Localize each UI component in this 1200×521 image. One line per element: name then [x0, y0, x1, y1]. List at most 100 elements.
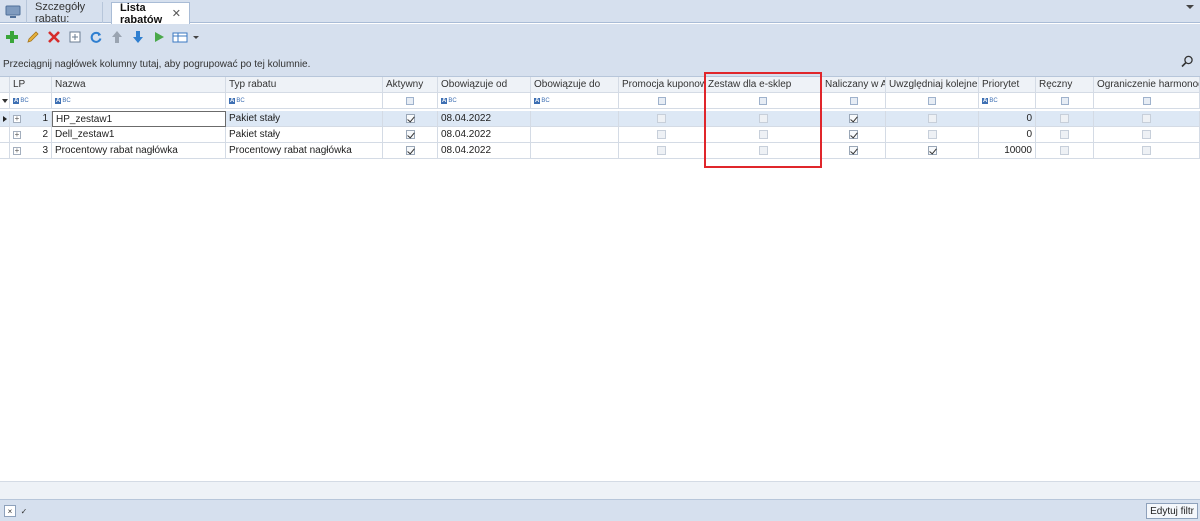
cell-obowiazuje-od[interactable]: 08.04.2022	[438, 111, 531, 127]
cell-obowiazuje-od[interactable]: 08.04.2022	[438, 127, 531, 143]
expand-icon[interactable]: +	[13, 130, 21, 139]
cell-priorytet[interactable]: 10000	[979, 143, 1036, 159]
checkbox-unchecked	[1060, 130, 1069, 139]
filter-obowiazuje-od[interactable]: A BC	[438, 93, 531, 109]
cell-typ-rabatu[interactable]: Procentowy rabat nagłówka	[226, 143, 383, 159]
cell-nazwa[interactable]: Dell_zestaw1	[52, 127, 226, 143]
column-header-typ-rabatu[interactable]: Typ rabatu	[226, 77, 383, 93]
edit-filter-button[interactable]: Edytuj filtr	[1146, 503, 1198, 519]
cell-reczny[interactable]	[1036, 127, 1094, 143]
filter-uwzgledniaj[interactable]	[886, 93, 979, 109]
edit-icon[interactable]	[23, 27, 43, 47]
close-icon: ×	[7, 506, 13, 516]
refresh-icon[interactable]	[86, 27, 106, 47]
checkbox-filter-icon	[1142, 96, 1151, 105]
chevron-down-icon[interactable]	[191, 27, 201, 47]
cell-obowiazuje-od[interactable]: 08.04.2022	[438, 143, 531, 159]
app-menu-icon[interactable]	[0, 0, 27, 23]
cell-zestaw-dla-e-sklep[interactable]	[705, 127, 822, 143]
enable-filter-checkbox[interactable]: ✓	[18, 505, 30, 517]
cell-nazwa[interactable]: HP_zestaw1	[52, 111, 226, 127]
cell-aktywny[interactable]	[383, 127, 438, 143]
chevron-down-icon[interactable]	[1186, 5, 1194, 9]
close-icon[interactable]: ✕	[172, 7, 181, 20]
cell-zestaw-dla-e-sklep[interactable]	[705, 143, 822, 159]
cell-obowiazuje-do[interactable]	[531, 143, 619, 159]
tab-discount-details[interactable]: Szczegóły rabatu:	[27, 1, 103, 25]
filter-naliczany[interactable]	[822, 93, 886, 109]
column-header-priorytet[interactable]: Priorytet	[979, 77, 1036, 93]
filter-ograniczenie[interactable]	[1094, 93, 1200, 109]
filter-zestaw-dla-e-sklep[interactable]	[705, 93, 822, 109]
clear-filter-button[interactable]: ×	[4, 505, 16, 517]
cell-naliczany[interactable]	[822, 111, 886, 127]
cell-aktywny[interactable]	[383, 143, 438, 159]
cell-reczny[interactable]	[1036, 111, 1094, 127]
cell-uwzgledniaj[interactable]	[886, 143, 979, 159]
cell-obowiazuje-do[interactable]	[531, 127, 619, 143]
filter-promocja-kuponowa[interactable]	[619, 93, 705, 109]
cell-promocja-kuponowa[interactable]	[619, 111, 705, 127]
column-header-uwzgledniaj[interactable]: Uwzględniaj kolejne r...	[886, 77, 979, 93]
cell-priorytet[interactable]: 0	[979, 127, 1036, 143]
cell-zestaw-dla-e-sklep[interactable]	[705, 111, 822, 127]
cell-aktywny[interactable]	[383, 111, 438, 127]
cell-typ-rabatu[interactable]: Pakiet stały	[226, 127, 383, 143]
filter-obowiazuje-do[interactable]: A BC	[531, 93, 619, 109]
toolbar	[0, 24, 1200, 50]
cell-ograniczenie[interactable]	[1094, 143, 1200, 159]
column-header-aktywny[interactable]: Aktywny	[383, 77, 438, 93]
filter-lp[interactable]: A BC	[10, 93, 52, 109]
cell-uwzgledniaj[interactable]	[886, 111, 979, 127]
cell-ograniczenie[interactable]	[1094, 127, 1200, 143]
column-header-ograniczenie[interactable]: Ograniczenie harmonogr...	[1094, 77, 1200, 93]
cell-naliczany[interactable]	[822, 127, 886, 143]
cell-obowiazuje-do[interactable]	[531, 111, 619, 127]
delete-icon[interactable]	[44, 27, 64, 47]
column-header-obowiazuje-od[interactable]: Obowiązuje od	[438, 77, 531, 93]
cell-priorytet[interactable]: 0	[979, 111, 1036, 127]
group-by-panel[interactable]: Przeciągnij nagłówek kolumny tutaj, aby …	[0, 50, 1200, 77]
cell-reczny[interactable]	[1036, 143, 1094, 159]
play-icon[interactable]	[149, 27, 169, 47]
filter-reczny[interactable]	[1036, 93, 1094, 109]
checkbox-filter-icon	[406, 96, 414, 105]
document-icon[interactable]	[65, 27, 85, 47]
move-up-icon[interactable]	[107, 27, 127, 47]
cell-ograniczenie[interactable]	[1094, 111, 1200, 127]
column-header-lp[interactable]: LP	[10, 77, 52, 93]
column-header-obowiazuje-do[interactable]: Obowiązuje do	[531, 77, 619, 93]
cell-lp[interactable]: +3	[10, 143, 52, 159]
checkbox-checked	[405, 146, 415, 155]
cell-lp[interactable]: +2	[10, 127, 52, 143]
cell-uwzgledniaj[interactable]	[886, 127, 979, 143]
checkbox-checked	[849, 130, 858, 139]
cell-lp[interactable]: +1	[10, 111, 52, 127]
column-header-promocja-kuponowa[interactable]: Promocja kuponowa	[619, 77, 705, 93]
column-header-naliczany[interactable]: Naliczany w Al...	[822, 77, 886, 93]
grid-options-icon[interactable]	[170, 27, 190, 47]
cell-promocja-kuponowa[interactable]	[619, 127, 705, 143]
expand-icon[interactable]: +	[13, 146, 21, 155]
move-down-icon[interactable]	[128, 27, 148, 47]
cell-nazwa[interactable]: Procentowy rabat nagłówka	[52, 143, 226, 159]
filter-typ-rabatu[interactable]: A BC	[226, 93, 383, 109]
cell-promocja-kuponowa[interactable]	[619, 143, 705, 159]
expand-icon[interactable]: +	[13, 114, 21, 123]
table-row[interactable]: +1 HP_zestaw1 Pakiet stały 08.04.2022 0	[0, 111, 1200, 127]
row-indicator	[0, 143, 10, 159]
cell-typ-rabatu[interactable]: Pakiet stały	[226, 111, 383, 127]
search-icon[interactable]	[1181, 55, 1194, 71]
filter-priorytet[interactable]: A BC	[979, 93, 1036, 109]
table-row[interactable]: +2 Dell_zestaw1 Pakiet stały 08.04.2022 …	[0, 127, 1200, 143]
row-indicator-header	[0, 77, 10, 93]
filter-nazwa[interactable]: A BC	[52, 93, 226, 109]
table-row[interactable]: +3 Procentowy rabat nagłówka Procentowy …	[0, 143, 1200, 159]
tab-discount-list[interactable]: Lista rabatów ✕	[111, 2, 190, 26]
filter-aktywny[interactable]	[383, 93, 438, 109]
column-header-reczny[interactable]: Ręczny	[1036, 77, 1094, 93]
column-header-nazwa[interactable]: Nazwa	[52, 77, 226, 93]
cell-naliczany[interactable]	[822, 143, 886, 159]
column-header-zestaw-dla-e-sklep[interactable]: Zestaw dla e-sklep	[705, 77, 822, 93]
add-icon[interactable]	[2, 27, 22, 47]
